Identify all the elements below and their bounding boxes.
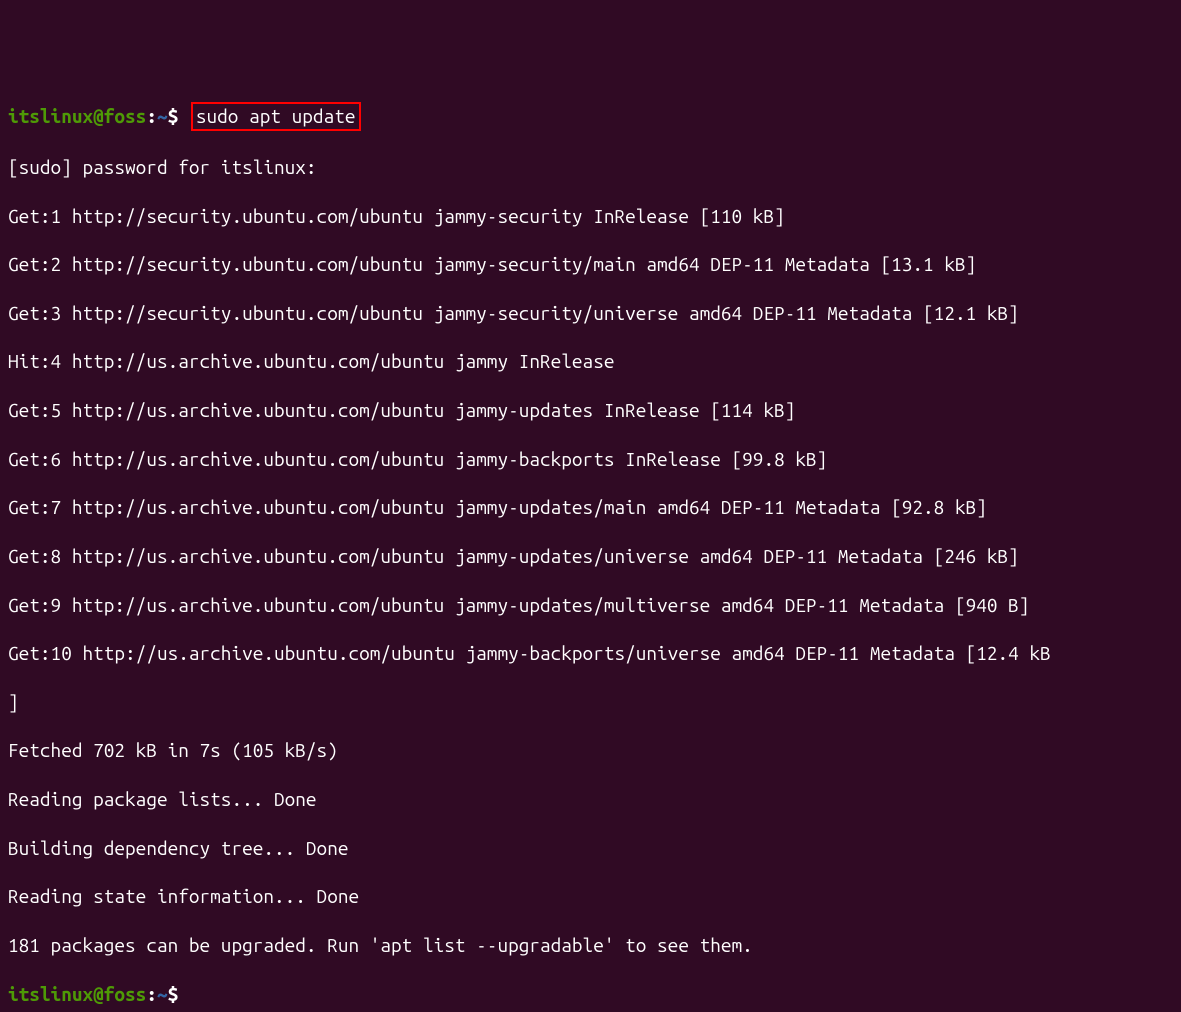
output-line: Get:7 http://us.archive.ubuntu.com/ubunt… — [8, 495, 1173, 519]
output-line: [sudo] password for itslinux: — [8, 155, 1173, 179]
prompt-path: ~ — [157, 983, 168, 1005]
prompt-line-2[interactable]: itslinux@foss:~$ — [8, 982, 1173, 1006]
output-line: Reading package lists... Done — [8, 787, 1173, 811]
output-line: Reading state information... Done — [8, 884, 1173, 908]
output-line: Get:1 http://security.ubuntu.com/ubuntu … — [8, 204, 1173, 228]
output-line: Get:2 http://security.ubuntu.com/ubuntu … — [8, 252, 1173, 276]
prompt-symbol: $ — [168, 983, 179, 1005]
prompt-line-1: itslinux@foss:~$ sudo apt update — [8, 102, 1173, 130]
output-line: Get:6 http://us.archive.ubuntu.com/ubunt… — [8, 447, 1173, 471]
prompt-colon: : — [146, 105, 157, 127]
command-text[interactable]: sudo apt update — [196, 105, 356, 127]
prompt-symbol: $ — [168, 105, 179, 127]
prompt-colon: : — [146, 983, 157, 1005]
output-line: Get:5 http://us.archive.ubuntu.com/ubunt… — [8, 398, 1173, 422]
output-line: 181 packages can be upgraded. Run 'apt l… — [8, 933, 1173, 957]
output-line: Get:10 http://us.archive.ubuntu.com/ubun… — [8, 641, 1173, 665]
output-line: Hit:4 http://us.archive.ubuntu.com/ubunt… — [8, 349, 1173, 373]
output-line: Get:8 http://us.archive.ubuntu.com/ubunt… — [8, 544, 1173, 568]
output-line: Building dependency tree... Done — [8, 836, 1173, 860]
prompt-user: itslinux@foss — [8, 983, 146, 1005]
prompt-user: itslinux@foss — [8, 105, 146, 127]
prompt-path: ~ — [157, 105, 168, 127]
output-line: Get:3 http://security.ubuntu.com/ubuntu … — [8, 301, 1173, 325]
highlighted-command: sudo apt update — [191, 102, 361, 130]
output-line: Get:9 http://us.archive.ubuntu.com/ubunt… — [8, 593, 1173, 617]
output-line: ] — [8, 690, 1173, 714]
output-line: Fetched 702 kB in 7s (105 kB/s) — [8, 738, 1173, 762]
